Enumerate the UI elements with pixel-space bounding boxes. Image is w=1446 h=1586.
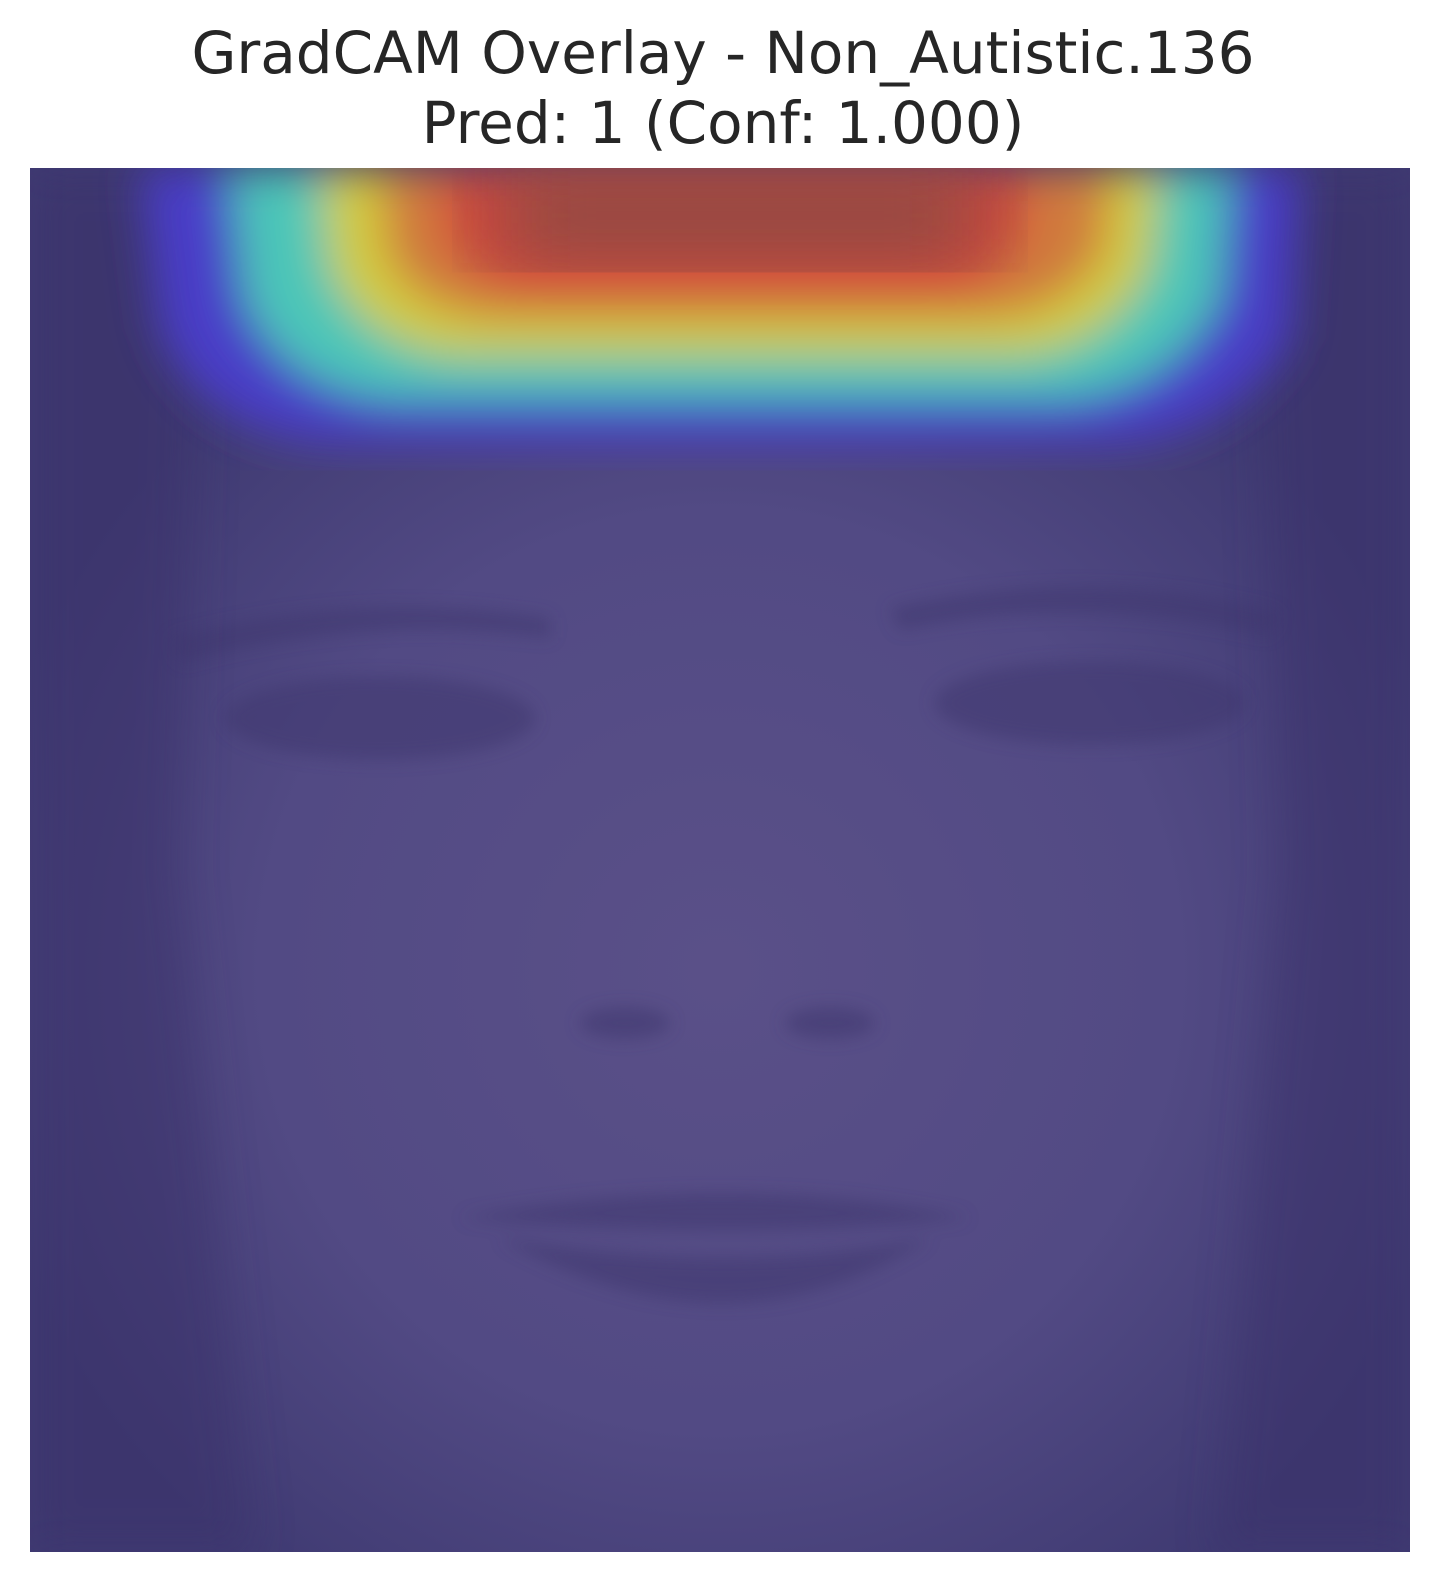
title-line-2: Pred: 1 (Conf: 1.000) bbox=[421, 89, 1025, 157]
figure-title: GradCAM Overlay - Non_Autistic.136 Pred:… bbox=[0, 18, 1446, 158]
gradcam-overlay-image bbox=[30, 168, 1410, 1552]
face-photo-icon bbox=[30, 168, 1410, 1552]
title-line-1: GradCAM Overlay - Non_Autistic.136 bbox=[191, 19, 1255, 87]
